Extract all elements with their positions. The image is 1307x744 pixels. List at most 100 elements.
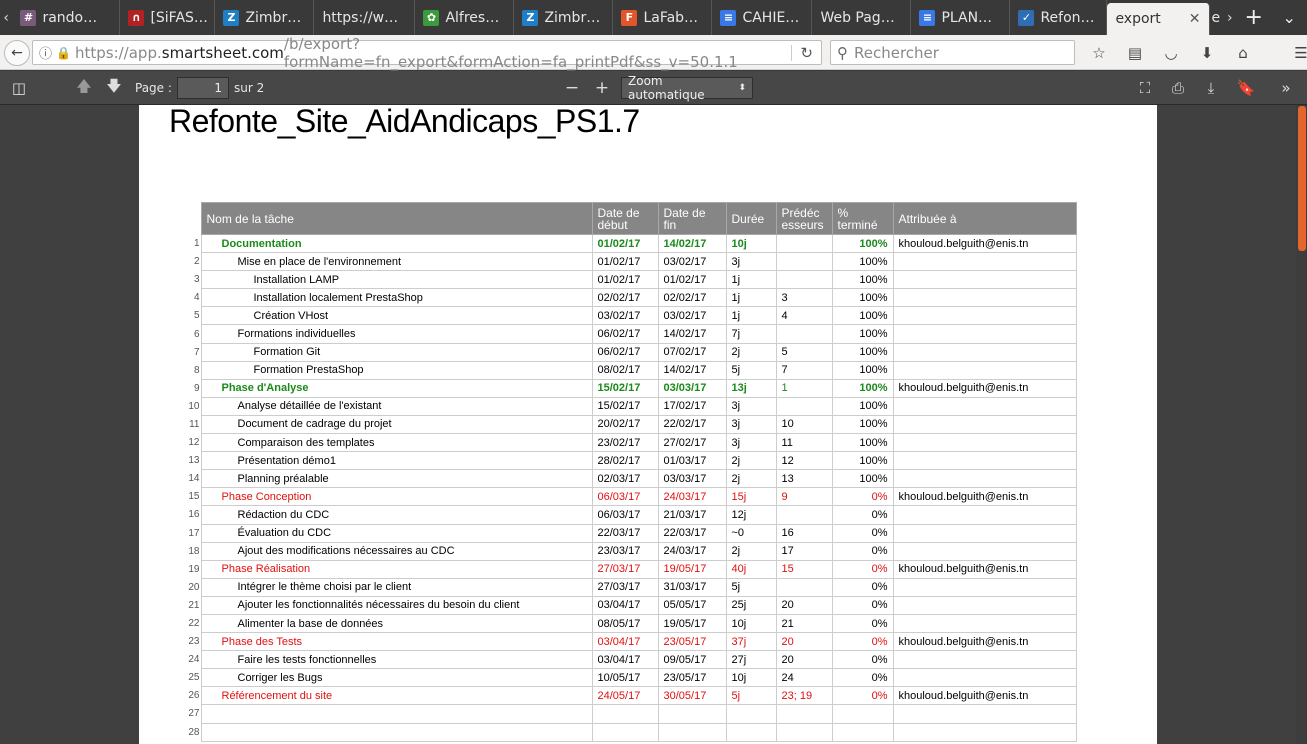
menu-icon[interactable]: ☰ <box>1288 40 1307 66</box>
tab-overflow[interactable]: e <box>1210 0 1224 35</box>
scrollbar-thumb[interactable] <box>1298 106 1306 251</box>
start-date-cell: 15/02/17 <box>591 396 659 416</box>
tab[interactable]: ✿ Alfres… <box>415 0 515 35</box>
reading-list-icon[interactable]: ▤ <box>1122 40 1148 66</box>
end-date-cell: 23/05/17 <box>657 668 727 688</box>
row-number: 24 <box>188 654 200 666</box>
search-input[interactable]: ⚲ Rechercher <box>830 40 1075 65</box>
duration-cell: 13j <box>725 378 777 398</box>
task-name-cell: Phase d'Analyse <box>200 378 593 398</box>
tools-icon[interactable]: » <box>1276 78 1296 98</box>
row-number: 17 <box>188 527 200 539</box>
tab[interactable]: Z Zimbr… <box>514 0 614 35</box>
zimbra-icon: Z <box>522 9 539 26</box>
percent-complete-cell: 100% <box>831 270 894 290</box>
task-name-cell: Phase des Tests <box>200 632 593 652</box>
end-date-cell: 17/02/17 <box>657 396 727 416</box>
predecessors-cell: 5 <box>775 342 833 362</box>
predecessors-cell: 20 <box>775 650 833 670</box>
predecessors-cell: 7 <box>775 360 833 380</box>
duration-cell: 3j <box>725 252 777 272</box>
assigned-to-cell: khouloud.belguith@enis.tn <box>892 487 1077 507</box>
sidebar-toggle-icon[interactable]: ◫ <box>9 78 29 98</box>
tab[interactable]: ✓ Refon… <box>1010 0 1108 35</box>
task-name-cell: Analyse détaillée de l'existant <box>200 396 593 416</box>
predecessors-cell: 3 <box>775 288 833 308</box>
percent-complete-cell: 0% <box>831 613 894 634</box>
percent-complete-cell: 100% <box>831 378 894 398</box>
print-icon[interactable]: ⎙ <box>1168 78 1188 98</box>
next-page-icon[interactable]: 🡇 <box>104 77 124 98</box>
percent-complete-cell: 100% <box>831 306 894 326</box>
end-date-cell: 03/02/17 <box>657 306 727 326</box>
url-bar[interactable]: ⓘ 🔒 https://app. smartsheet.com/b/export?… <box>32 35 822 71</box>
tab[interactable]: Z Zimbr… <box>215 0 315 35</box>
row-number: 10 <box>188 400 200 412</box>
tab[interactable]: ≡ CAHIE… <box>712 0 813 35</box>
task-name-cell: Installation LAMP <box>200 270 593 290</box>
assigned-to-cell <box>892 505 1077 525</box>
info-icon[interactable]: ⓘ <box>39 43 52 62</box>
predecessors-cell: 12 <box>775 451 833 471</box>
start-date-cell: 03/04/17 <box>591 650 659 670</box>
predecessors-cell <box>775 252 833 272</box>
tab-scroll-right-icon[interactable]: › <box>1224 0 1236 35</box>
duration-cell: 15j <box>725 487 777 507</box>
tab[interactable]: ∩ [SiFAS… <box>120 0 216 35</box>
percent-complete-cell: 100% <box>831 324 894 344</box>
hash-icon: # <box>20 9 37 26</box>
close-tab-icon[interactable]: ✕ <box>1189 11 1201 27</box>
tab-label: [SiFAS… <box>150 9 208 26</box>
assigned-to-cell <box>892 306 1077 326</box>
previous-page-icon[interactable]: 🡅 <box>74 77 94 98</box>
start-date-cell: 02/03/17 <box>591 469 659 489</box>
bookmark-star-icon[interactable]: ☆ <box>1086 40 1112 66</box>
new-tab-button[interactable]: + <box>1236 0 1272 35</box>
document-title: Refonte_Site_AidAndicaps_PS1.7 <box>169 105 640 139</box>
column-header-duration: Durée <box>725 202 777 235</box>
end-date-cell: 01/03/17 <box>657 451 727 471</box>
percent-complete-cell: 0% <box>831 541 894 561</box>
back-button[interactable]: ← <box>4 40 30 66</box>
pdf-viewer[interactable]: Refonte_Site_AidAndicaps_PS1.7 Nom de la… <box>0 105 1307 744</box>
duration-cell: 5j <box>725 360 777 380</box>
predecessors-cell: 13 <box>775 469 833 489</box>
zoom-in-button[interactable]: + <box>592 78 612 98</box>
row-number: 20 <box>188 581 200 593</box>
table-row: 9 Phase d'Analyse 15/02/17 03/03/17 13j 1 100%… <box>169 378 1077 398</box>
zoom-out-button[interactable]: − <box>562 78 582 98</box>
percent-complete-cell: 0% <box>831 505 894 525</box>
bookmark-icon[interactable]: 🔖 <box>1236 78 1256 98</box>
tab-active[interactable]: export ✕ <box>1107 3 1210 35</box>
assigned-to-cell <box>892 650 1077 670</box>
percent-complete-cell: 0% <box>831 487 894 507</box>
task-name-cell: Ajout des modifications nécessaires au C… <box>200 541 593 561</box>
tab[interactable]: F LaFab… <box>613 0 713 35</box>
download-icon[interactable]: ⬇ <box>1194 40 1220 66</box>
tab-scroll-left-icon[interactable]: ‹ <box>0 0 12 35</box>
home-icon[interactable]: ⌂ <box>1230 40 1256 66</box>
tab[interactable]: ≡ PLAN… <box>911 0 1011 35</box>
column-header-end: Date de fin <box>657 202 727 235</box>
row-number: 16 <box>188 509 200 521</box>
percent-complete-cell: 100% <box>831 233 894 254</box>
tab[interactable]: # rando… <box>12 0 121 35</box>
row-number: 19 <box>188 563 200 575</box>
tab[interactable]: https://w… <box>314 0 416 35</box>
pocket-icon[interactable]: ◡ <box>1158 40 1184 66</box>
check-icon: ✓ <box>1018 9 1035 26</box>
predecessors-cell: 11 <box>775 433 833 453</box>
zoom-select[interactable]: Zoom automatique ⬍ <box>621 74 753 102</box>
page-number-input[interactable] <box>177 77 229 99</box>
percent-complete-cell: 0% <box>831 523 894 543</box>
save-icon[interactable]: ⤓ <box>1201 78 1221 98</box>
task-name-cell: Intégrer le thème choisi par le client <box>200 577 593 597</box>
tab-label: Web Pag… <box>820 9 895 26</box>
assigned-to-cell <box>892 613 1077 634</box>
tab[interactable]: Web Pag… <box>812 0 912 35</box>
reload-icon[interactable]: ↻ <box>800 44 813 62</box>
predecessors-cell: 21 <box>775 613 833 634</box>
presentation-mode-icon[interactable]: ⛶ <box>1135 78 1155 98</box>
tab-list-button[interactable]: ⌄ <box>1271 0 1307 35</box>
start-date-cell: 06/03/17 <box>591 487 659 507</box>
